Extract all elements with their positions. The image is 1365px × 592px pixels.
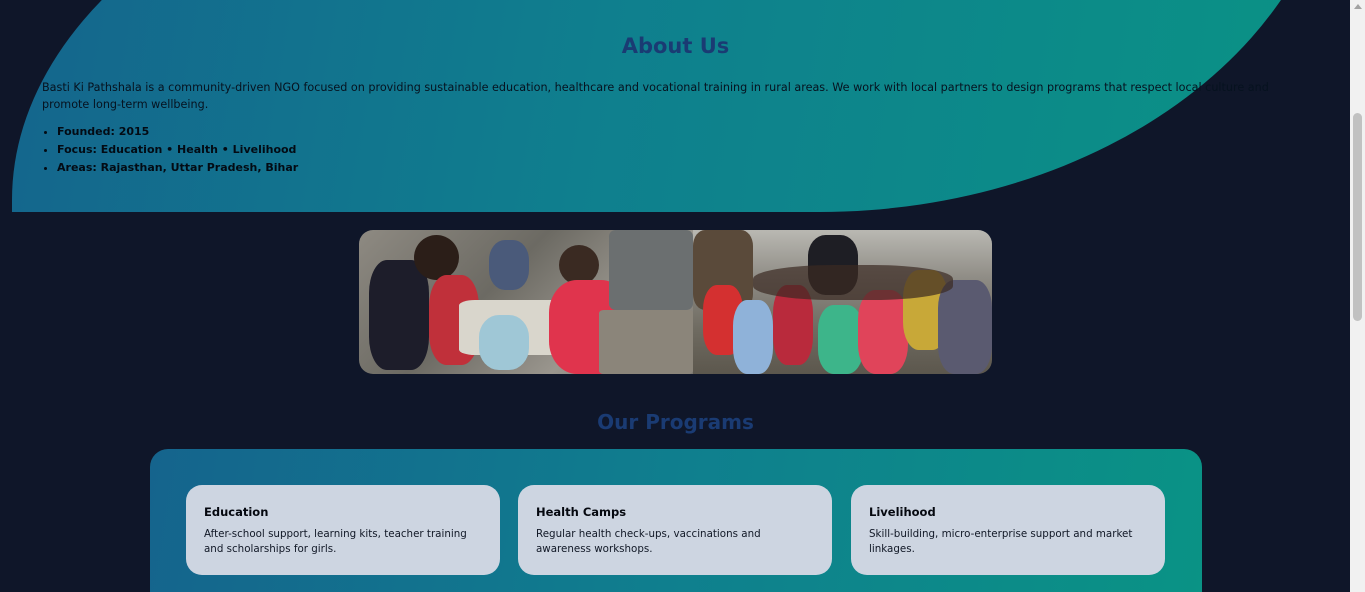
program-card-description: Regular health check-ups, vaccinations a… [536,528,761,555]
program-card-description: Skill-building, micro-enterprise support… [869,528,1133,555]
programs-title: Our Programs [597,410,754,434]
program-card-title: Livelihood [869,505,936,519]
about-title: About Us [621,34,730,58]
program-card-title: Education [204,505,269,519]
program-card-education: Education After-school support, learning… [186,485,500,575]
classroom-photo [359,230,693,374]
scroll-up-arrow-icon[interactable] [1354,4,1362,9]
program-card-description: After-school support, learning kits, tea… [204,528,467,555]
program-card-title: Health Camps [536,505,627,519]
fact-founded: Founded: 2015 [57,123,298,141]
about-facts-list: Founded: 2015 Focus: Education • Health … [42,123,298,177]
fact-focus: Focus: Education • Health • Livelihood [57,141,298,159]
children-photo-banner [359,230,992,374]
programs-section: Education After-school support, learning… [150,449,1202,592]
vertical-scrollbar[interactable] [1350,0,1365,592]
program-card-health-camps: Health Camps Regular health check-ups, v… [518,485,832,575]
scrollbar-thumb[interactable] [1353,113,1362,321]
page: About Us Basti Ki Pathshala is a communi… [0,0,1365,592]
children-group-photo [693,230,992,374]
about-description: Basti Ki Pathshala is a community-driven… [42,81,1269,111]
program-card-livelihood: Livelihood Skill-building, micro-enterpr… [851,485,1165,575]
fact-areas: Areas: Rajasthan, Uttar Pradesh, Bihar [57,159,298,177]
